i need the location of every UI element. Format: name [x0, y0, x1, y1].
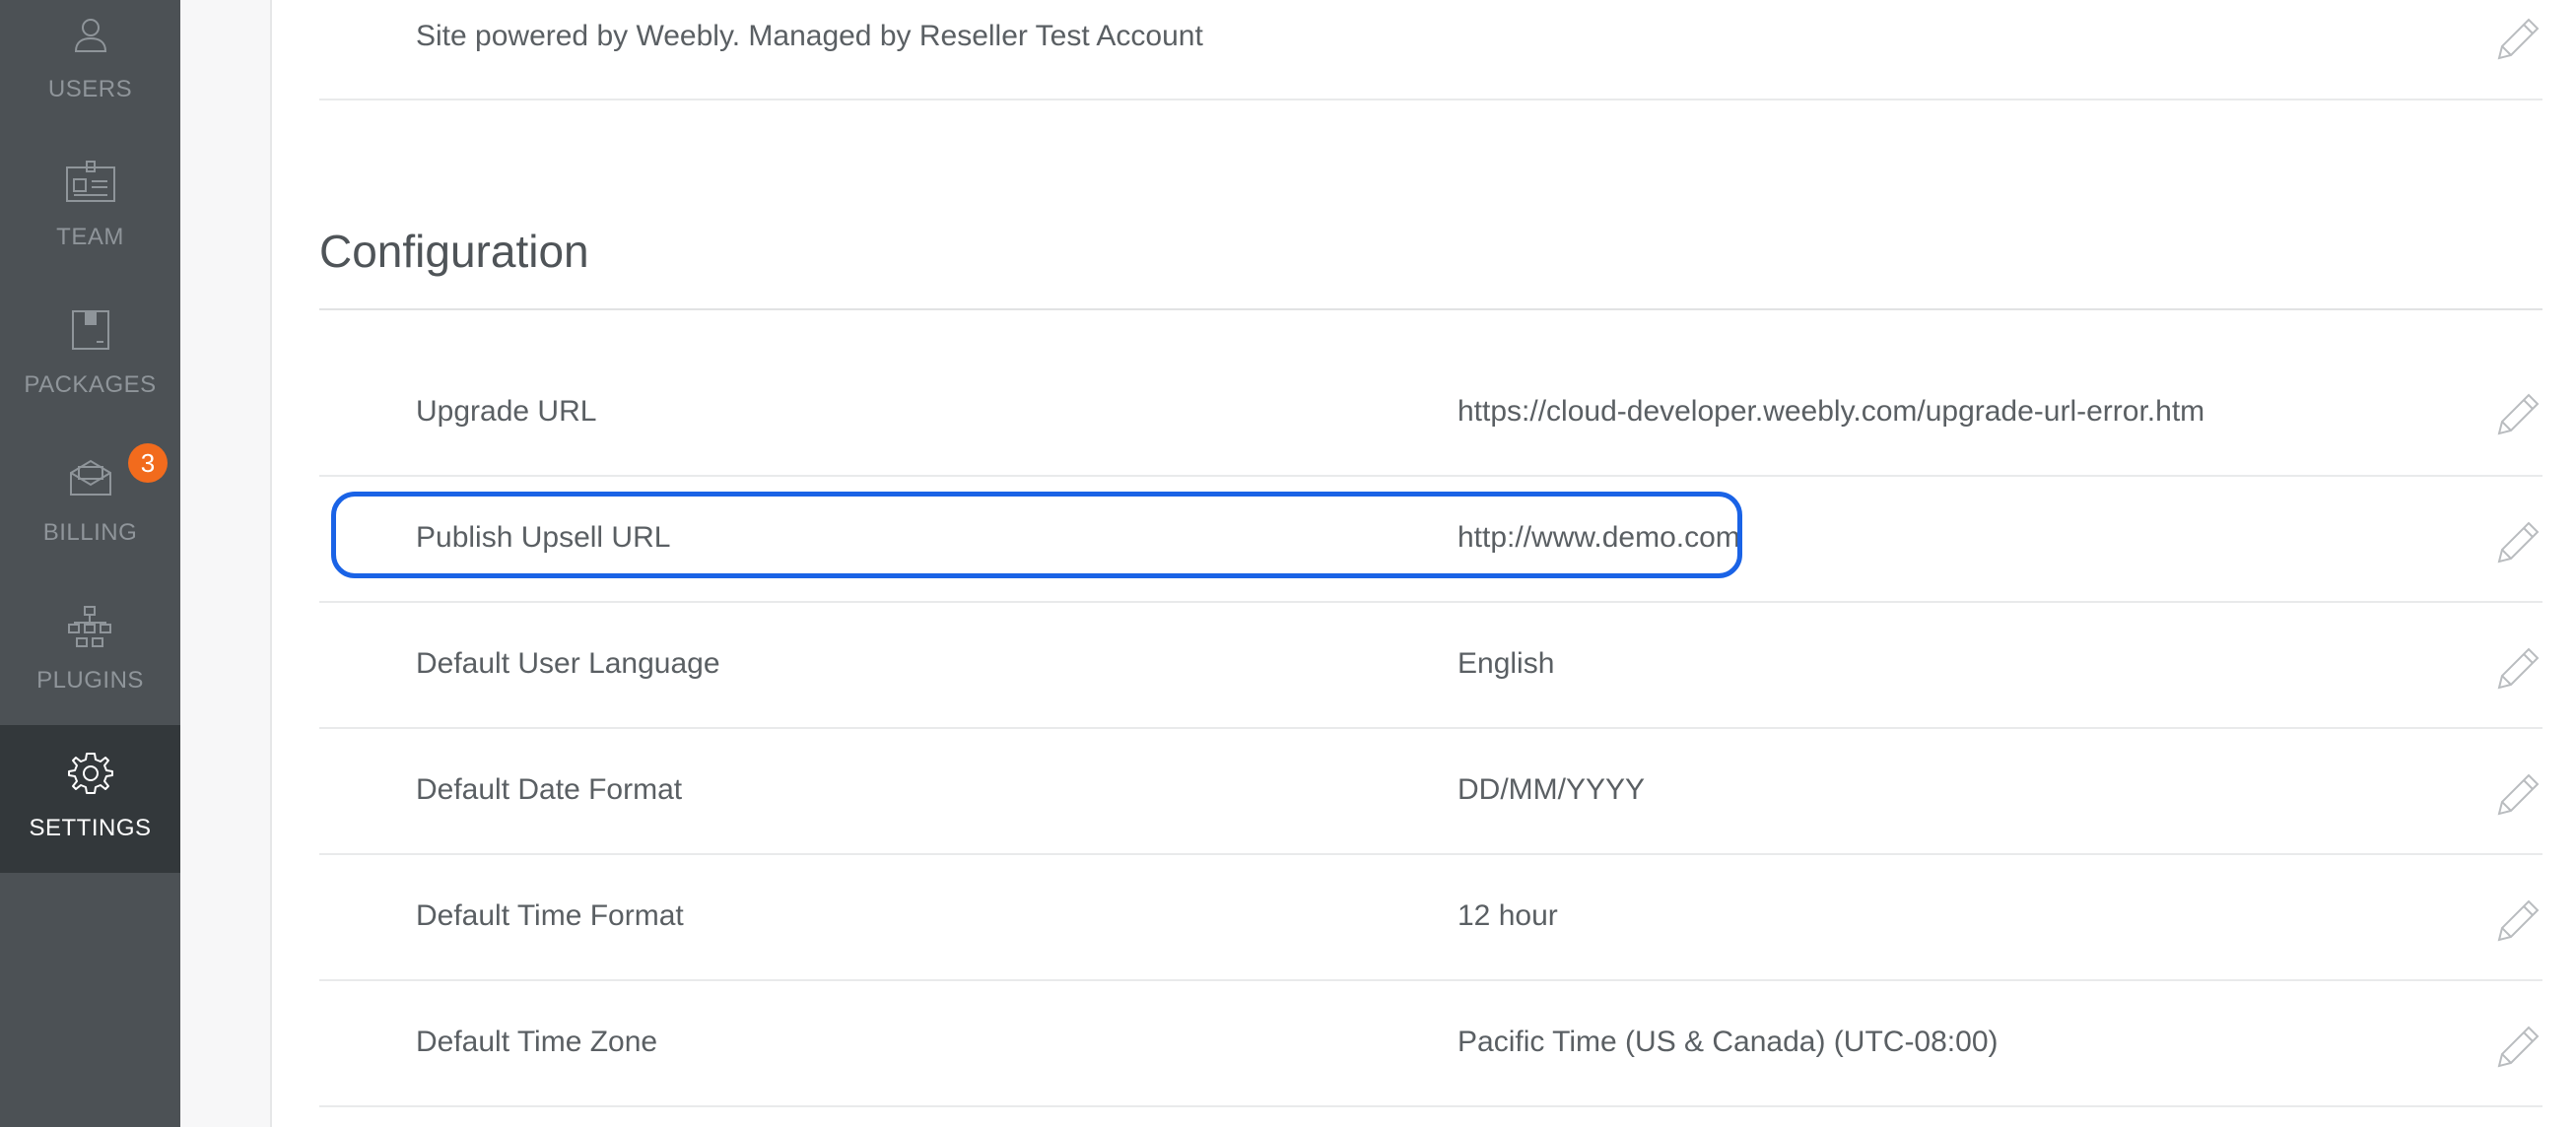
configuration-heading: Configuration: [319, 226, 589, 277]
config-row-label: Default Date Format: [416, 773, 683, 806]
config-row-label: Publish Upsell URL: [416, 521, 671, 554]
edit-pencil-icon[interactable]: [2493, 770, 2542, 820]
config-row-publish-upsell-url: Publish Upsell URL http://www.demo.com: [319, 477, 2542, 603]
config-row-value: Pacific Time (US & Canada) (UTC-08:00): [1457, 1026, 1999, 1058]
config-row-label: Default Time Zone: [416, 1026, 658, 1058]
config-row-value: English: [1457, 647, 1555, 680]
sidebar-item-settings[interactable]: SETTINGS: [0, 725, 180, 873]
config-row-default-time-format: Default Time Format 12 hour: [319, 855, 2542, 981]
sidebar-label-packages: PACKAGES: [24, 371, 157, 398]
billing-envelope-icon: [69, 459, 111, 496]
config-row-value: https://cloud-developer.weebly.com/upgra…: [1457, 395, 2205, 428]
config-row-upgrade-url: Upgrade URL https://cloud-developer.weeb…: [319, 349, 2542, 477]
config-row-value: 12 hour: [1457, 899, 1558, 932]
sidebar-label-team: TEAM: [56, 224, 124, 250]
config-row-value: http://www.demo.com: [1457, 521, 1740, 554]
user-icon: [74, 19, 106, 52]
config-row-default-date-format: Default Date Format DD/MM/YYYY: [319, 729, 2542, 855]
config-row-default-time-zone: Default Time Zone Pacific Time (US & Can…: [319, 981, 2542, 1107]
edit-pencil-icon[interactable]: [2493, 390, 2542, 439]
config-row-label: Upgrade URL: [416, 395, 597, 428]
section-divider: [319, 308, 2542, 310]
package-icon: [71, 310, 109, 350]
id-card-icon: [65, 161, 115, 202]
sidebar-item-plugins[interactable]: PLUGINS: [0, 591, 180, 739]
edit-pencil-icon[interactable]: [2493, 644, 2542, 694]
content-gutter: [180, 0, 272, 1127]
site-footer-text: Site powered by Weebly. Managed by Resel…: [416, 20, 1203, 52]
config-row-default-user-language: Default User Language English: [319, 603, 2542, 729]
billing-notification-badge: 3: [128, 443, 168, 483]
sidebar: USERS TEAM PACKAGES BILLING PLUGINS SETT…: [0, 0, 180, 1127]
config-row-label: Default User Language: [416, 647, 720, 680]
settings-content: Site powered by Weebly. Managed by Resel…: [272, 0, 2576, 1127]
plugins-icon: [67, 606, 111, 647]
edit-pencil-icon[interactable]: [2493, 518, 2542, 567]
config-row-label: Default Time Format: [416, 899, 684, 932]
site-footer-row: Site powered by Weebly. Managed by Resel…: [319, 0, 2542, 100]
edit-pencil-icon[interactable]: [2493, 15, 2542, 64]
sidebar-item-team[interactable]: TEAM: [0, 148, 180, 296]
sidebar-label-users: USERS: [47, 76, 133, 102]
edit-pencil-icon[interactable]: [2493, 896, 2542, 946]
config-row-value: DD/MM/YYYY: [1457, 773, 1646, 806]
sidebar-item-packages[interactable]: PACKAGES: [0, 296, 180, 443]
sidebar-item-users[interactable]: USERS: [0, 0, 180, 123]
edit-pencil-icon[interactable]: [2493, 1023, 2542, 1072]
sidebar-label-billing: BILLING: [42, 519, 138, 546]
gear-icon: [67, 753, 113, 794]
sidebar-label-settings: SETTINGS: [29, 815, 152, 841]
sidebar-label-plugins: PLUGINS: [36, 667, 144, 694]
